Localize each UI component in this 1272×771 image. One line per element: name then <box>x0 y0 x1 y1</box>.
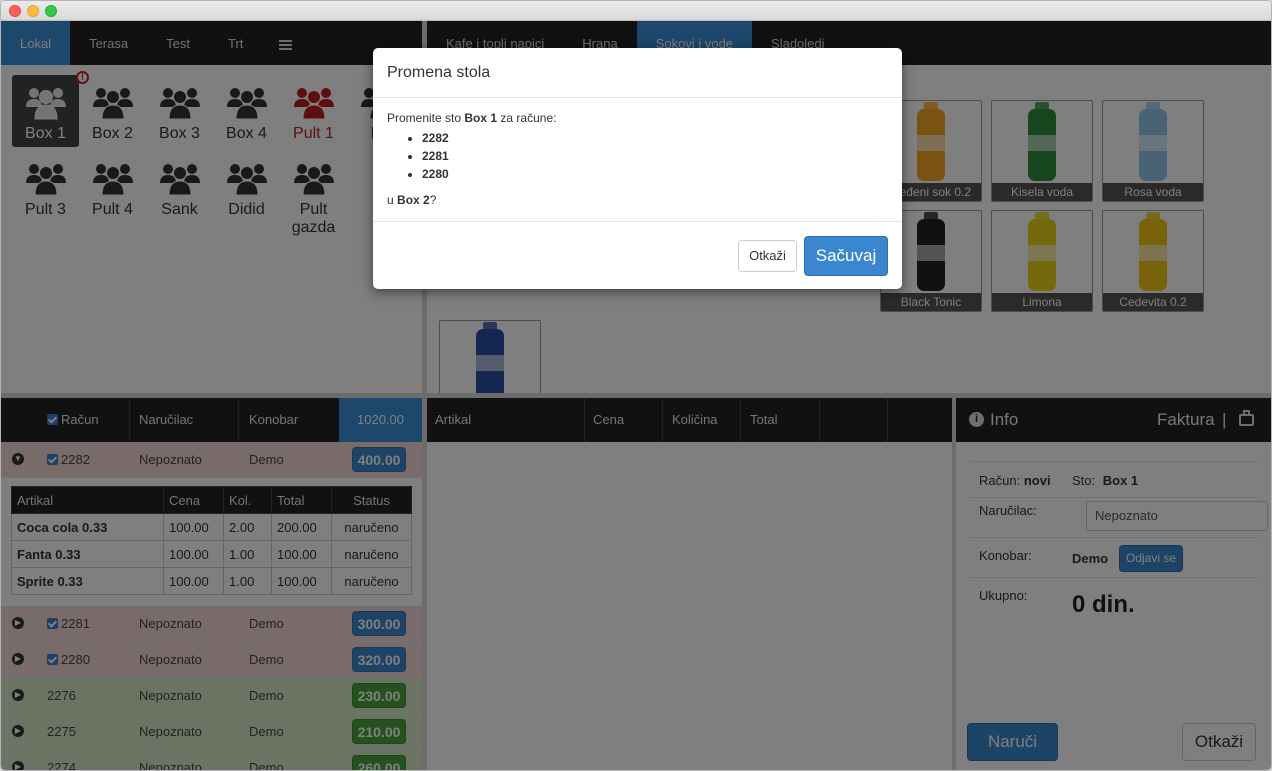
modal-target-suffix: ? <box>429 193 437 207</box>
minimize-window-icon[interactable] <box>27 5 39 17</box>
change-table-modal: Promena stola Promenite sto Box 1 za rač… <box>373 48 902 289</box>
modal-bill-list: 2282 2281 2280 <box>422 129 888 183</box>
modal-text-suffix: za račune: <box>500 111 557 125</box>
modal-cancel-button[interactable]: Otkaži <box>738 240 797 272</box>
modal-footer: Otkaži Sačuvaj <box>373 222 902 288</box>
maximize-window-icon[interactable] <box>45 5 57 17</box>
app-window: Lokal Terasa Test Trt Kafe i topli napic… <box>0 0 1272 771</box>
modal-body: Promenite sto Box 1 za račune: 2282 2281… <box>373 98 902 222</box>
close-window-icon[interactable] <box>9 5 21 17</box>
modal-bill-item: 2280 <box>422 165 888 183</box>
modal-text-prefix: Promenite sto <box>387 111 462 125</box>
modal-title: Promena stola <box>373 48 902 98</box>
modal-target-table: Box 2 <box>397 193 430 207</box>
modal-bill-item: 2282 <box>422 129 888 147</box>
modal-source-table: Box 1 <box>464 111 498 125</box>
modal-save-button[interactable]: Sačuvaj <box>804 236 888 276</box>
modal-target-prefix: u <box>387 193 394 207</box>
modal-bill-item: 2281 <box>422 147 888 165</box>
window-titlebar <box>1 1 1271 21</box>
